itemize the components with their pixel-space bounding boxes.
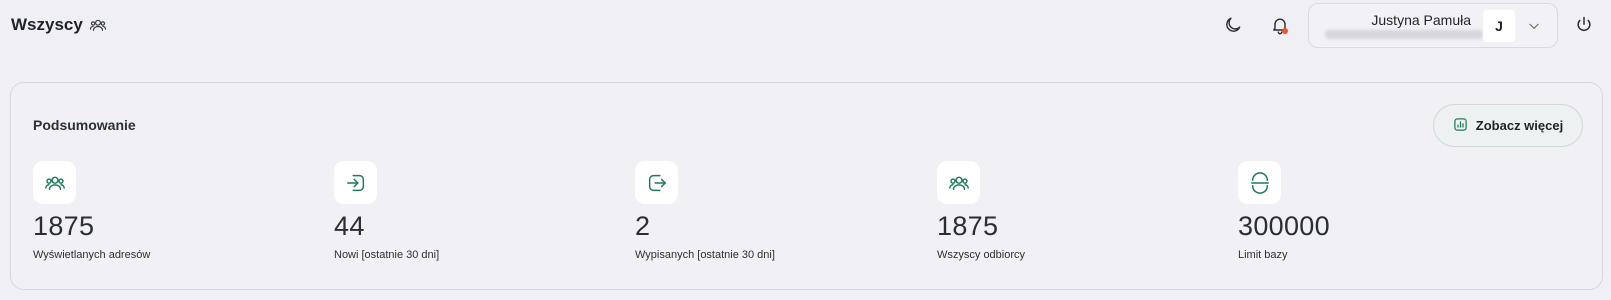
theme-toggle-button[interactable]: [1216, 9, 1250, 43]
user-menu[interactable]: Justyna Pamuła J: [1308, 3, 1558, 48]
notifications-button[interactable]: [1263, 9, 1297, 43]
stat-database-limit: 300000 Limit bazy: [1238, 161, 1498, 271]
stat-value: 1875: [937, 211, 999, 241]
moon-icon: [1223, 15, 1243, 38]
sign-in-icon: [334, 161, 377, 204]
chevron-down-icon: [1527, 19, 1541, 33]
stat-value: 300000: [1238, 211, 1330, 241]
power-icon: [1574, 15, 1594, 38]
user-name: Justyna Pamuła: [1371, 12, 1471, 28]
stat-value: 1875: [33, 211, 95, 241]
summary-title: Podsumowanie: [33, 117, 136, 133]
users-icon: [89, 16, 107, 34]
stat-value: 44: [334, 211, 365, 241]
top-bar: Wszyscy Justyna Pamuła J: [0, 0, 1611, 52]
users-icon: [937, 161, 980, 204]
sign-out-icon: [635, 161, 678, 204]
stat-unsubscribed: 2 Wypisanych [ostatnie 30 dni]: [635, 161, 895, 271]
stat-displayed-addresses: 1875 Wyświetlanych adresów: [33, 161, 293, 271]
stat-value: 2: [635, 211, 651, 241]
stat-new-subscribers: 44 Nowi [ostatnie 30 dni]: [334, 161, 594, 271]
limit-icon: [1238, 161, 1281, 204]
stat-label: Limit bazy: [1238, 249, 1288, 261]
see-more-button[interactable]: Zobacz więcej: [1433, 104, 1583, 147]
notification-badge: [1282, 28, 1288, 34]
stat-all-recipients: 1875 Wszyscy odbiorcy: [937, 161, 1197, 271]
stat-label: Wszyscy odbiorcy: [937, 249, 1026, 261]
chart-icon: [1453, 117, 1468, 135]
user-email-redacted: [1325, 30, 1483, 39]
stat-label: Nowi [ostatnie 30 dni]: [334, 249, 440, 261]
stat-label: Wyświetlanych adresów: [33, 249, 151, 261]
stat-label: Wypisanych [ostatnie 30 dni]: [635, 249, 775, 261]
bell-icon: [1270, 15, 1290, 38]
summary-card: Podsumowanie Zobacz więcej 1875 Wyświetl…: [10, 82, 1603, 290]
users-icon: [33, 161, 76, 204]
see-more-label: Zobacz więcej: [1475, 118, 1564, 133]
avatar: J: [1483, 10, 1515, 42]
page-title: Wszyscy: [11, 15, 83, 34]
logout-button[interactable]: [1567, 9, 1601, 43]
